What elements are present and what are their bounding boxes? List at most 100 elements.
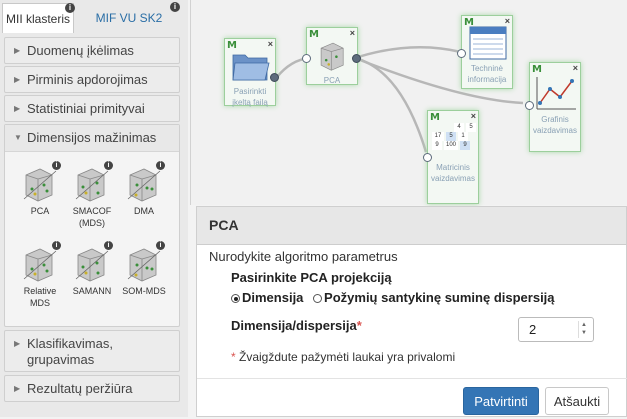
output-port[interactable]	[270, 73, 279, 82]
chevron-right-icon: ▶	[14, 75, 21, 84]
projection-label: Pasirinkite PCA projekciją	[231, 270, 392, 285]
node-select-file[interactable]: M × Pasirinkti įkeltą failą	[224, 38, 279, 107]
info-icon[interactable]: i	[52, 161, 61, 170]
dimension-input[interactable]: 2 ▲ ▼	[518, 317, 594, 342]
close-icon[interactable]: ×	[471, 111, 476, 121]
section-header[interactable]: ▼ Dimensijos mažinimas	[5, 125, 179, 152]
section-label: Rezultatų peržiūra	[27, 381, 133, 396]
output-port[interactable]	[352, 54, 361, 63]
cube-chart-icon: M ×	[307, 28, 357, 74]
section-dimensijos-mazinimas: ▼ Dimensijos mažinimas i PCA i SMACOF (M…	[4, 124, 180, 327]
cancel-button[interactable]: Atšaukti	[545, 387, 609, 415]
input-port[interactable]	[525, 101, 534, 110]
node-label: Matricinis vaizdavimas	[430, 163, 475, 183]
tool-dma[interactable]: i DMA	[121, 161, 167, 217]
window-icon: M ×	[462, 16, 512, 62]
matrix-cell: 5	[446, 132, 456, 141]
cube-chart-icon: i	[20, 161, 61, 203]
radio-label[interactable]: Dimensija	[242, 290, 303, 305]
section-label: Klasifikavimas, grupavimas	[27, 336, 113, 367]
input-port[interactable]	[457, 49, 466, 58]
matrix-cell: 5	[466, 123, 476, 132]
cube-chart-icon: i	[72, 161, 113, 203]
section-rezultatu-perziura[interactable]: ▶ Rezultatų peržiūra	[4, 375, 180, 402]
tab-mii-klasteris[interactable]: MII klasteris i	[2, 3, 75, 33]
section-duomenu-ikelimas[interactable]: ▶ Duomenų įkėlimas	[4, 37, 180, 64]
tool-label: Relative MDS	[23, 286, 57, 308]
tool-label: SMACOF (MDS)	[72, 206, 112, 228]
dimension-label: Dimensija/dispersija*	[231, 318, 362, 333]
matrix-cell: 1	[458, 132, 468, 141]
m-logo-icon: M	[430, 112, 440, 123]
spinner-icon[interactable]: ▲ ▼	[578, 321, 589, 338]
node-label: PCA	[323, 76, 341, 85]
tab-label: MII klasteris	[5, 12, 70, 26]
input-port[interactable]	[302, 54, 311, 63]
radio-dispersija[interactable]: Požymių santykinę suminę dispersiją	[313, 290, 555, 305]
tool-pca[interactable]: i PCA	[17, 161, 63, 217]
cube-chart-icon: i	[124, 241, 165, 283]
tool-label: SAMANN	[72, 286, 112, 296]
close-icon[interactable]: ×	[350, 28, 355, 38]
info-icon[interactable]: i	[156, 241, 165, 250]
node-matrix-view[interactable]: M × 4 5 17 5 1 9 100 9 Matricinis vaizda…	[423, 110, 479, 204]
cube-chart-icon: i	[72, 241, 113, 283]
section-label: Duomenų įkėlimas	[27, 43, 134, 58]
matrix-cell: 4	[454, 123, 464, 132]
radio-dimensija[interactable]: Dimensija	[231, 290, 303, 305]
node-graph-view[interactable]: M × Grafinis vaizdavimas	[525, 62, 581, 152]
info-icon[interactable]: i	[104, 161, 113, 170]
chevron-right-icon: ▶	[14, 46, 21, 55]
tool-som-mds[interactable]: i SOM-MDS	[121, 241, 167, 297]
radio-label[interactable]: Požymių santykinę suminę dispersiją	[324, 290, 554, 305]
info-icon[interactable]: i	[170, 2, 180, 12]
chevron-right-icon: ▶	[14, 384, 21, 393]
projection-options: Dimensija Požymių santykinę suminę dispe…	[231, 290, 555, 305]
chevron-down-icon: ▼	[14, 133, 22, 142]
required-note: * Žvaigždute pažymėti laukai yra privalo…	[231, 350, 455, 364]
info-icon[interactable]: i	[156, 161, 165, 170]
section-klasifikavimas-grupavimas[interactable]: ▶ Klasifikavimas, grupavimas	[4, 330, 180, 372]
matrix-icon: M × 4 5 17 5 1 9 100 9	[428, 111, 478, 161]
info-icon[interactable]: i	[65, 3, 75, 13]
node-pca[interactable]: M × PCA	[302, 27, 361, 85]
radio-checked-icon[interactable]	[231, 294, 240, 303]
close-icon[interactable]: ×	[268, 39, 273, 49]
section-label: Dimensijos mažinimas	[27, 130, 157, 145]
cube-chart-icon: i	[20, 241, 61, 283]
instruction-text: Nurodykite algoritmo parametrus	[209, 249, 398, 264]
tool-samann[interactable]: i SAMANN	[69, 241, 115, 297]
tool-relative-mds[interactable]: i Relative MDS	[17, 241, 63, 309]
section-pirminis-apdorojimas[interactable]: ▶ Pirminis apdorojimas	[4, 66, 180, 93]
folder-icon: M ×	[225, 39, 275, 85]
radio-unchecked-icon[interactable]	[313, 294, 323, 303]
info-icon[interactable]: i	[104, 241, 113, 250]
required-note-text: Žvaigždute pažymėti laukai yra privalomi	[239, 350, 456, 364]
required-mark: *	[356, 318, 362, 333]
sidebar: MII klasteris i MIF VU SK2 i ▶ Duomenų į…	[0, 0, 188, 417]
input-port[interactable]	[423, 153, 432, 162]
close-icon[interactable]: ×	[505, 16, 510, 26]
close-icon[interactable]: ×	[573, 63, 578, 73]
node-label: Techninė informacija	[467, 64, 507, 84]
chevron-right-icon: ▶	[14, 339, 21, 348]
tab-mif-vu-sk2[interactable]: MIF VU SK2 i	[76, 2, 182, 33]
tool-smacof[interactable]: i SMACOF (MDS)	[69, 161, 115, 229]
node-label: Grafinis vaizdavimas	[532, 115, 577, 135]
section-label: Statistiniai primityvai	[27, 101, 145, 116]
section-statistiniai-primityvai[interactable]: ▶ Statistiniai primityvai	[4, 95, 180, 122]
tool-label: PCA	[30, 206, 50, 216]
sidebar-tabs: MII klasteris i MIF VU SK2 i	[0, 0, 188, 34]
workflow-canvas[interactable]: M × Pasirinkti įkeltą failą M × PCA M × …	[190, 0, 627, 205]
pca-dialog: PCA Nurodykite algoritmo parametrus Pasi…	[196, 206, 627, 417]
tool-label: DMA	[134, 206, 154, 216]
dialog-title: PCA	[197, 207, 626, 245]
chevron-right-icon: ▶	[14, 104, 21, 113]
info-icon[interactable]: i	[52, 241, 61, 250]
dialog-footer: Patvirtinti Atšaukti	[197, 378, 627, 419]
dimension-value[interactable]: 2	[529, 322, 536, 337]
matrix-cell: 17	[432, 132, 444, 141]
confirm-button[interactable]: Patvirtinti	[463, 387, 539, 415]
matrix-cell: 9	[460, 141, 470, 150]
node-technical-info[interactable]: M × Techninė informacija	[457, 15, 513, 89]
